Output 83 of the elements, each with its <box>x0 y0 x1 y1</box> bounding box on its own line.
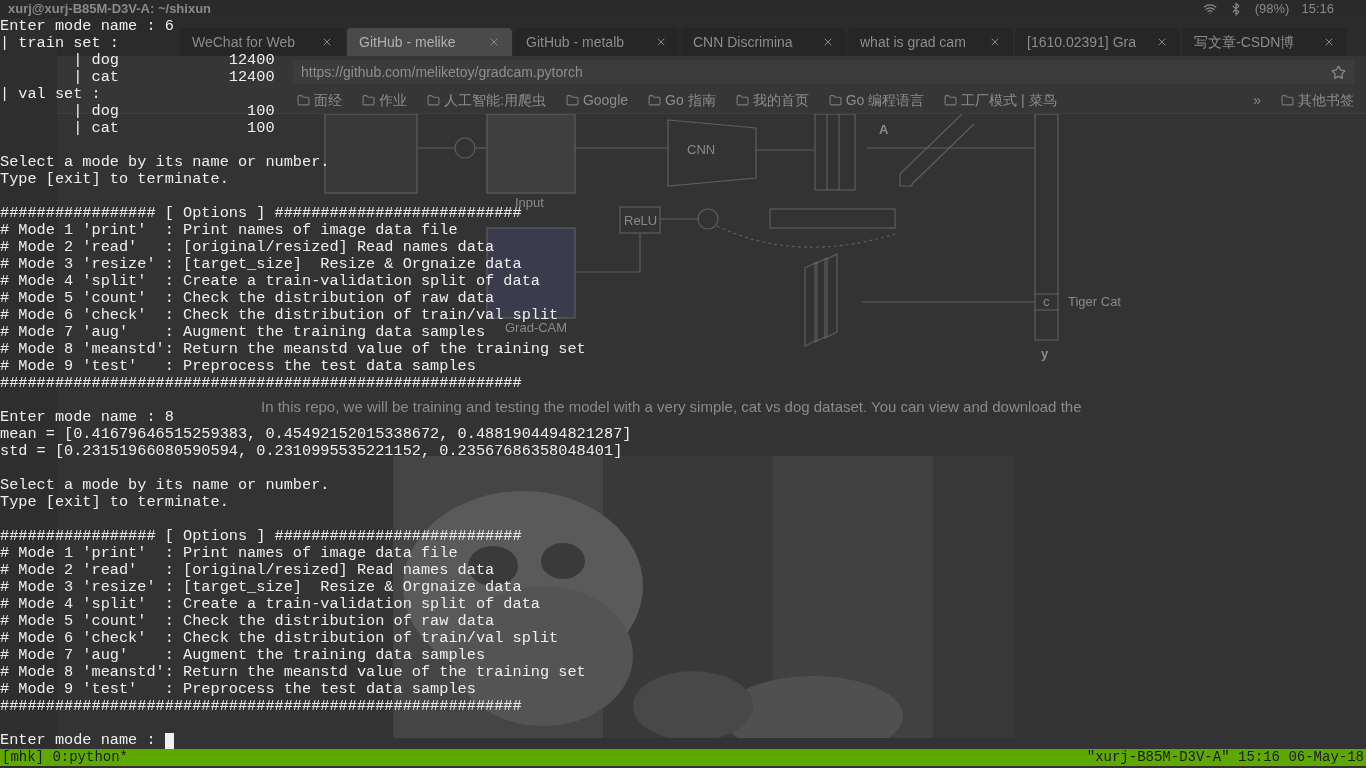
terminal-line: # Mode 1 'print' : Print names of image data file <box>0 222 458 239</box>
close-icon[interactable] <box>488 36 500 48</box>
text-cursor <box>164 732 174 749</box>
more-bookmarks[interactable]: » <box>1253 90 1261 111</box>
bookmark-item[interactable]: 人工智能:用爬虫 <box>427 90 546 111</box>
folder-icon <box>565 94 579 107</box>
folder-icon <box>362 94 375 107</box>
terminal-line: | train set : <box>0 35 119 52</box>
folder-icon <box>427 94 440 107</box>
battery-reading[interactable]: (98%) <box>1254 1 1290 17</box>
figure-label: y <box>1041 346 1049 361</box>
terminal-line: Select a mode by its name or number. <box>0 154 330 171</box>
browser-tab[interactable]: CNN Discrimina <box>681 28 846 56</box>
terminal-line: # Mode 3 'resize' : [target_size] Resize & Orgnaize data <box>0 256 522 273</box>
terminal-line: Enter mode name : 8 <box>0 409 174 426</box>
terminal-line: Type [exit] to terminate. <box>0 494 229 511</box>
bookmark-item[interactable]: 我的首页 <box>735 90 809 111</box>
close-icon[interactable] <box>1323 36 1335 48</box>
terminal-line: # Mode 9 'test' : Preprocess the test data samples <box>0 681 476 698</box>
folder-icon <box>828 94 842 107</box>
terminal-line: # Mode 2 'read' : [original/resized] Read names data <box>0 562 495 579</box>
terminal-line: | cat 12400 <box>72 69 275 86</box>
terminal-line: | dog 100 <box>72 103 275 120</box>
bookmark-item[interactable]: Go 指南 <box>648 90 716 111</box>
bookmark-item[interactable]: Google <box>565 90 629 111</box>
terminal-line: # Mode 8 'meanstd': Return the meanstd value of the training set <box>0 341 586 358</box>
terminal-line: ######################################################### <box>0 698 522 715</box>
folder-icon <box>297 94 310 107</box>
terminal-line: Type [exit] to terminate. <box>0 171 229 188</box>
figure-label: c <box>1043 294 1050 309</box>
close-icon[interactable] <box>1156 36 1168 48</box>
other-bookmarks[interactable]: 其他书签 <box>1281 90 1354 111</box>
terminal-line: # Mode 1 'print' : Print names of image data file <box>0 545 458 562</box>
terminal-line: Enter mode name : 6 <box>0 18 174 35</box>
terminal-line: # Mode 5 'count' : Check the distribution of raw data <box>0 613 495 630</box>
folder-icon <box>648 94 662 107</box>
browser-tab[interactable]: [1610.02391] Gra <box>1015 28 1180 56</box>
terminal-line: ################# [ Options ] ########################### <box>0 528 522 545</box>
terminal-line: # Mode 6 'check' : Check the distribution of train/val split <box>0 630 559 647</box>
bookmark-item[interactable]: 面经 <box>297 90 342 111</box>
readme-paragraph: In this repo, we will be training and testing the model with a very simple, cat vs dog dataset. You can view and download the <box>261 398 1082 416</box>
terminal-line: # Mode 7 'aug' : Augment the training data samples <box>0 647 486 664</box>
terminal-line: std = [0.23151966080590594, 0.2310995535221152, 0.23567686358048401] <box>0 443 623 460</box>
terminal-line: # Mode 7 'aug' : Augment the training data samples <box>0 324 486 341</box>
browser-tab[interactable]: GitHub - metalb <box>514 28 679 56</box>
clock[interactable]: 15:16 <box>1301 1 1334 17</box>
browser-tab[interactable]: what is grad cam <box>848 28 1013 56</box>
terminal-line: mean = [0.41679646515259383, 0.45492152015338672, 0.4881904494821287] <box>0 426 632 443</box>
folder-icon <box>1281 94 1294 107</box>
figure-label: Tiger Cat <box>1068 294 1121 309</box>
bookmark-item[interactable]: 作业 <box>362 90 407 111</box>
figure-label: CNN <box>687 142 716 157</box>
bookmark-item[interactable]: Go 编程语言 <box>828 90 925 111</box>
terminal-line: ######################################################### <box>0 375 522 392</box>
terminal-line: # Mode 5 'count' : Check the distribution of raw data <box>0 290 495 307</box>
terminal-line: # Mode 9 'test' : Preprocess the test data samples <box>0 358 476 375</box>
folder-icon <box>735 94 749 107</box>
terminal-line: # Mode 3 'resize' : [target_size] Resize & Orgnaize data <box>0 579 522 596</box>
terminal-line: # Mode 4 'split' : Create a train-validation split of data <box>0 596 540 613</box>
terminal-line: # Mode 2 'read' : [original/resized] Read names data <box>0 239 495 256</box>
close-icon[interactable] <box>655 36 667 48</box>
terminal-line: | cat 100 <box>72 120 275 137</box>
window-title: xurj@xurj-B85M-D3V-A: ~/shixun <box>8 1 212 17</box>
browser-tab[interactable]: 写文章-CSDN博 <box>1182 28 1347 56</box>
terminal-line: # Mode 8 'meanstd': Return the meanstd value of the training set <box>0 664 586 681</box>
url-text: https://github.com/meliketoy/gradcam.pytorch <box>301 62 583 82</box>
close-icon[interactable] <box>321 36 333 48</box>
bookmark-star-icon[interactable] <box>1331 64 1346 80</box>
bookmark-item[interactable]: 工厂模式 | 菜鸟 <box>944 90 1057 111</box>
folder-icon <box>944 94 958 107</box>
terminal-prompt: Enter mode name : <box>0 732 156 749</box>
figure-label: ReLU <box>624 213 658 228</box>
close-icon[interactable] <box>989 36 1001 48</box>
close-icon[interactable] <box>822 36 834 48</box>
browser-tab[interactable]: GitHub - melike <box>347 28 512 56</box>
terminal-line: | val set : <box>0 86 101 103</box>
address-bar[interactable]: https://github.com/meliketoy/gradcam.pytorch <box>293 60 1354 84</box>
session-window-label: [mhk] 0:python* <box>2 748 129 767</box>
host-time-label: "xurj-B85M-D3V-A" 15:16 06-May-18 <box>1086 748 1364 767</box>
figure-label: A <box>879 122 889 137</box>
wifi-icon[interactable] <box>1202 2 1217 16</box>
terminal-line: # Mode 4 'split' : Create a train-validation split of data <box>0 273 540 290</box>
terminal-line: Select a mode by its name or number. <box>0 477 330 494</box>
